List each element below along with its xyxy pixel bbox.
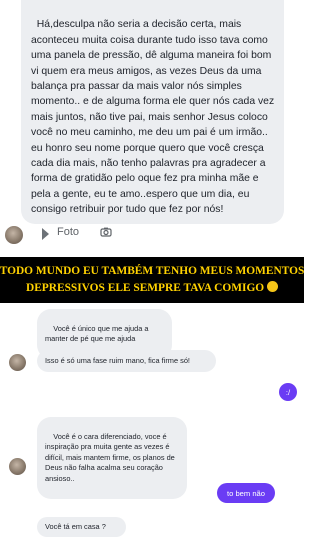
photo-label[interactable]: Foto <box>57 226 79 238</box>
message-text: Você tá em casa ? <box>45 521 106 531</box>
avatar <box>9 458 26 475</box>
message-bubble-received: Isso é só uma fase ruim mano, fica firme… <box>37 350 216 372</box>
message-bubble-sent: :/ <box>279 383 297 401</box>
play-icon[interactable] <box>42 228 49 240</box>
message-bubble-received: Há,desculpa não seria a decisão certa, m… <box>21 0 284 224</box>
avatar <box>5 226 23 244</box>
caption-banner: TODO MUNDO EU TAMBÉM TENHO MEUS MOMENTOS… <box>0 257 304 303</box>
crying-face-icon <box>267 281 279 292</box>
message-bubble-received: Você é o cara diferenciado, voce é inspi… <box>37 417 187 499</box>
attachment-row: Foto <box>0 222 304 246</box>
message-text: Você é o cara diferenciado, voce é inspi… <box>45 431 177 483</box>
chat-thread: Você é único que me ajuda a manter de pé… <box>0 303 304 540</box>
message-text: to bem não <box>227 488 265 498</box>
banner-line-2-text: DEPRESSIVOS ELE SEMPRE TAVA COMIGO <box>25 282 265 294</box>
banner-line-2: DEPRESSIVOS ELE SEMPRE TAVA COMIGO <box>0 281 304 296</box>
banner-line-1: TODO MUNDO EU TAMBÉM TENHO MEUS MOMENTOS <box>0 265 304 277</box>
message-text: Há,desculpa não seria a decisão certa, m… <box>31 19 278 216</box>
avatar <box>9 354 26 371</box>
message-bubble-received: Você tá em casa ? <box>37 517 126 537</box>
message-text: :/ <box>285 387 291 397</box>
message-bubble-sent: to bem não <box>217 483 275 503</box>
camera-icon[interactable] <box>100 226 112 238</box>
message-text: Você é único que me ajuda a manter de pé… <box>45 323 151 344</box>
message-text: Isso é só uma fase ruim mano, fica firme… <box>45 355 190 365</box>
